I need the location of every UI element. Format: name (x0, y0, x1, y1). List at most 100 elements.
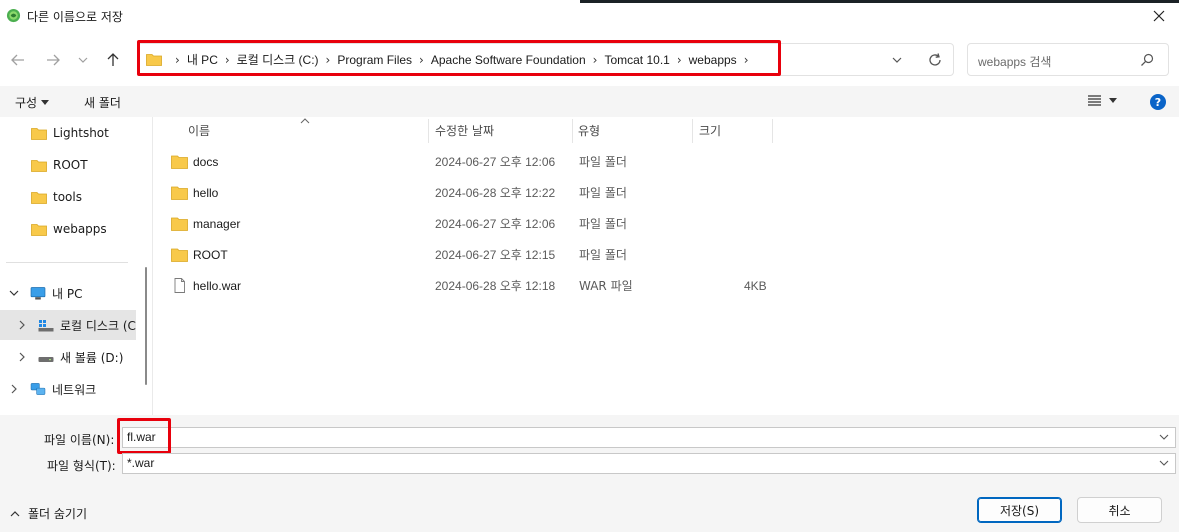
file-type: 파일 폴더 (579, 217, 627, 231)
filename-annotation-highlight (117, 418, 171, 454)
column-header-label: 크기 (699, 123, 722, 138)
sidebar-divider (6, 262, 128, 263)
column-divider[interactable] (772, 119, 773, 143)
cancel-button[interactable]: 취소 (1077, 497, 1162, 523)
sidebar-item-tools[interactable]: tools (0, 182, 136, 212)
chevron-down-icon[interactable] (1159, 458, 1169, 468)
sidebar-scrollbar[interactable] (145, 267, 147, 385)
column-divider[interactable] (692, 119, 693, 143)
column-header-label: 유형 (578, 123, 601, 138)
sidebar-item-label: webapps (53, 222, 107, 236)
folder-icon (31, 223, 47, 236)
forward-button[interactable] (43, 50, 63, 70)
organize-button[interactable]: 구성 (15, 94, 50, 111)
search-input[interactable]: webapps 검색 (967, 43, 1169, 76)
file-row-manager[interactable]: manager 2024-06-27 오후 12:06 파일 폴더 (171, 208, 771, 239)
sidebar-item-label: tools (53, 190, 82, 204)
up-button[interactable] (103, 50, 123, 70)
sidebar-item-volume-d[interactable]: 새 볼륨 (D:) (0, 342, 136, 372)
column-header-label: 수정한 날짜 (435, 123, 495, 138)
save-form: 파일 이름(N): fl.war 파일 형식(T): *.war 폴더 숨기기 … (0, 415, 1179, 532)
file-modified: 2024-06-27 오후 12:06 (435, 155, 556, 169)
sidebar-item-lightshot[interactable]: Lightshot (0, 118, 136, 148)
app-icon (6, 8, 21, 23)
file-modified: 2024-06-28 오후 12:18 (435, 279, 556, 293)
navigation-pane: Lightshot ROOT tools webapps 내 PC 로컬 디스크… (0, 117, 152, 415)
sidebar-item-network[interactable]: 네트워크 (0, 374, 136, 404)
sidebar-item-root[interactable]: ROOT (0, 150, 136, 180)
column-header-type[interactable]: 유형 (578, 117, 688, 143)
recent-locations-button[interactable] (73, 50, 93, 70)
sidebar-item-label: 새 볼륨 (D:) (60, 350, 124, 365)
file-type: 파일 폴더 (579, 155, 627, 169)
search-placeholder: webapps 검색 (978, 55, 1052, 69)
file-row-hello[interactable]: hello 2024-06-28 오후 12:22 파일 폴더 (171, 177, 771, 208)
column-header-modified[interactable]: 수정한 날짜 (435, 117, 575, 143)
folder-icon (31, 159, 47, 172)
drive-icon (38, 356, 54, 362)
list-view-icon (1088, 95, 1101, 106)
expand-chevron-icon[interactable] (8, 287, 20, 299)
help-button[interactable]: ? (1150, 94, 1166, 110)
refresh-icon[interactable] (927, 52, 943, 68)
file-row-docs[interactable]: docs 2024-06-27 오후 12:06 파일 폴더 (171, 146, 771, 177)
file-name: hello.war (193, 278, 242, 293)
file-row-root[interactable]: ROOT 2024-06-27 오후 12:15 파일 폴더 (171, 239, 771, 270)
chevron-down-icon (78, 57, 88, 63)
new-folder-button[interactable]: 새 폴더 (84, 94, 121, 111)
arrow-up-icon (107, 53, 119, 66)
search-icon (1141, 53, 1154, 66)
save-button[interactable]: 저장(S) (977, 497, 1062, 523)
arrow-left-icon (11, 54, 24, 66)
navigation-row: › 내 PC › 로컬 디스크 (C:) › Program Files › A… (0, 32, 1179, 86)
arrow-right-icon (47, 54, 60, 66)
address-dropdown-icon[interactable] (890, 53, 904, 67)
folder-icon (171, 217, 188, 231)
expand-chevron-icon[interactable] (16, 351, 28, 363)
folder-icon (171, 155, 188, 169)
file-modified: 2024-06-27 오후 12:15 (435, 248, 556, 262)
expand-chevron-icon[interactable] (8, 383, 20, 395)
view-options-button[interactable] (1088, 95, 1117, 106)
sidebar-item-label: Lightshot (53, 126, 109, 140)
command-bar: 구성 새 폴더 ? (0, 86, 1179, 117)
file-modified: 2024-06-27 오후 12:06 (435, 217, 556, 231)
file-icon (174, 278, 185, 293)
windows-drive-icon (38, 319, 54, 331)
column-header-name[interactable]: 이름 (188, 117, 428, 143)
address-annotation-highlight (137, 40, 781, 76)
filetype-select[interactable]: *.war (122, 453, 1176, 474)
sidebar-item-webapps[interactable]: webapps (0, 214, 136, 244)
file-row-hello-war[interactable]: hello.war 2024-06-28 오후 12:18 WAR 파일 4KB (171, 270, 771, 301)
filename-label: 파일 이름(N): (44, 433, 115, 447)
back-button[interactable] (8, 50, 28, 70)
sidebar-item-this-pc[interactable]: 내 PC (0, 278, 136, 308)
file-size: 4KB (744, 278, 767, 293)
hide-folders-button[interactable]: 폴더 숨기기 (10, 505, 87, 522)
file-name: docs (193, 154, 219, 169)
column-header-label: 이름 (188, 123, 211, 138)
organize-label: 구성 (15, 96, 38, 110)
sidebar-item-local-disk-c[interactable]: 로컬 디스크 (C (0, 310, 136, 340)
filetype-label: 파일 형식(T): (47, 459, 116, 473)
sidebar-item-label: 내 PC (52, 286, 83, 301)
filename-field[interactable]: fl.war (122, 427, 1176, 448)
close-button[interactable] (1139, 0, 1179, 32)
filetype-value: *.war (127, 456, 155, 470)
caret-down-icon (1109, 98, 1117, 103)
folder-icon (171, 248, 188, 262)
file-type: 파일 폴더 (579, 186, 627, 200)
file-list: 이름 수정한 날짜 유형 크기 docs 2024-06-27 오후 12:06… (153, 117, 1179, 415)
column-header-size[interactable]: 크기 (699, 117, 769, 143)
caret-down-icon (41, 100, 50, 105)
chevron-up-icon (10, 510, 20, 516)
column-divider[interactable] (572, 119, 573, 143)
column-divider[interactable] (428, 119, 429, 143)
network-icon (30, 382, 46, 395)
expand-chevron-icon[interactable] (16, 319, 28, 331)
title-bar: 다른 이름으로 저장 (0, 0, 1179, 32)
chevron-down-icon[interactable] (1159, 432, 1169, 442)
computer-icon (30, 286, 46, 300)
file-name: ROOT (193, 247, 228, 262)
background-window-strip (580, 0, 1179, 3)
